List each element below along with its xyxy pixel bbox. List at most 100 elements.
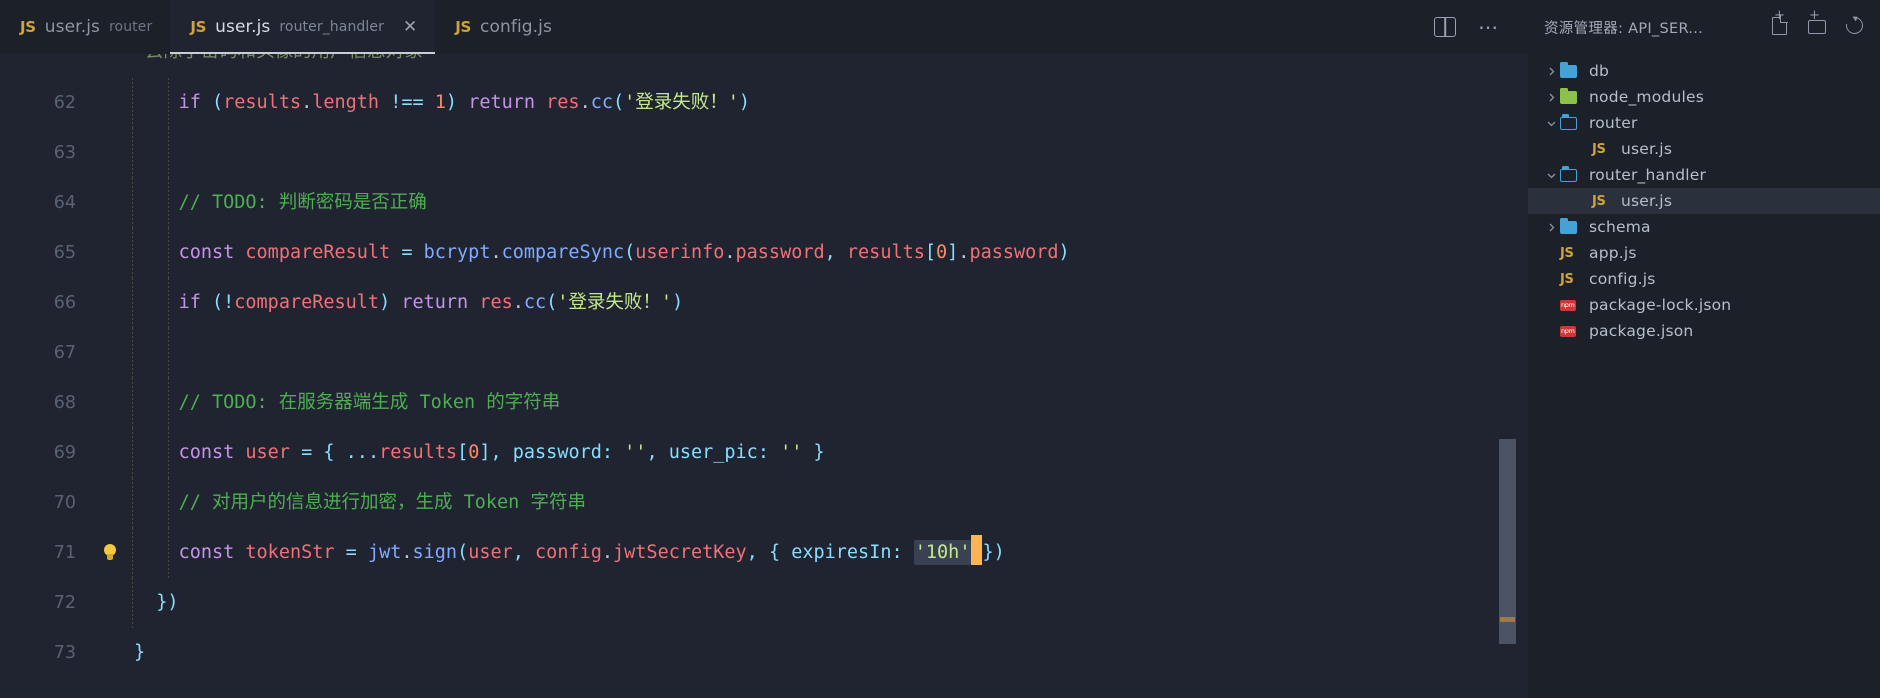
js-file-icon: JS <box>1592 193 1606 209</box>
file-tree-item[interactable]: router_handler <box>1528 162 1880 188</box>
editor-tab[interactable]: JS user.js router <box>0 0 171 54</box>
tabs-container: JS user.js router JS user.js router_handler ✕ J… <box>0 0 570 54</box>
code-text: } <box>132 628 1528 678</box>
code-token: results <box>223 92 302 113</box>
chevron-right-icon[interactable] <box>1542 92 1560 103</box>
indent-guides <box>132 328 532 378</box>
code-token: ) <box>379 292 402 313</box>
file-tree-label: app.js <box>1589 244 1637 262</box>
code-token: : <box>757 442 781 463</box>
code-token: compareResult <box>234 292 380 313</box>
code-text: const user = { ...results[0], password: … <box>132 428 1528 478</box>
line-number: 65 <box>53 243 76 263</box>
code-token: . <box>601 542 614 563</box>
editor-tab[interactable]: JS config.js <box>435 0 570 54</box>
code-token: } <box>134 642 146 663</box>
code-token: if <box>178 292 201 313</box>
code-line[interactable]: 69 const user = { ...results[0], passwor… <box>0 428 1528 478</box>
code-token: // TODO: 判断密码是否正确 <box>178 192 427 213</box>
code-token: , { <box>746 542 792 563</box>
code-line[interactable]: 64 // TODO: 判断密码是否正确 <box>0 178 1528 228</box>
folder-icon <box>1560 217 1584 234</box>
code-token: ( <box>624 242 636 263</box>
new-folder-icon[interactable] <box>1808 9 1828 37</box>
code-line-partial: '去除了密码和头像的用户信息对象' <box>0 54 1528 78</box>
lightbulb-icon[interactable] <box>88 544 132 562</box>
chevron-right-icon[interactable] <box>1542 222 1560 233</box>
code-token: 1 <box>434 92 446 113</box>
code-token: // 对用户的信息进行加密，生成 Token 字符串 <box>178 492 586 513</box>
new-file-icon[interactable] <box>1770 9 1790 37</box>
editor-tab[interactable]: JS user.js router_handler ✕ <box>170 0 436 54</box>
code-token: jwtSecretKey <box>613 542 747 563</box>
code-token: !== <box>390 92 424 113</box>
file-tree-label: package-lock.json <box>1589 296 1732 314</box>
code-line[interactable]: 62 if (results.length !== 1) return res.… <box>0 78 1528 128</box>
refresh-explorer-icon[interactable] <box>1842 13 1867 38</box>
code-line[interactable]: 67 <box>0 328 1528 378</box>
code-token: user <box>468 542 513 563</box>
js-file-icon: JS <box>1592 141 1606 157</box>
split-editor-icon[interactable] <box>1434 17 1456 37</box>
code-token: user <box>245 442 290 463</box>
file-tree-item[interactable]: package-lock.json <box>1528 292 1880 318</box>
npm-file-icon <box>1560 299 1584 311</box>
file-tree-item[interactable]: package.json <box>1528 318 1880 344</box>
code-token: ], <box>479 442 513 463</box>
folder-icon <box>1560 61 1584 78</box>
file-tree-label: db <box>1589 62 1610 80</box>
file-tree-item[interactable]: JS app.js <box>1528 240 1880 266</box>
file-tree-label: package.json <box>1589 322 1694 340</box>
code-token: // TODO: 在服务器端生成 Token 的字符串 <box>178 392 561 413</box>
code-line[interactable]: 65 const compareResult = bcrypt.compareS… <box>0 228 1528 278</box>
code-line[interactable]: 72 }) <box>0 578 1528 628</box>
file-tree-item[interactable]: node_modules <box>1528 84 1880 110</box>
code-token: . <box>401 542 413 563</box>
code-token: res <box>479 292 513 313</box>
code-line[interactable]: 70 // 对用户的信息进行加密，生成 Token 字符串 <box>0 478 1528 528</box>
tab-close-icon[interactable]: ✕ <box>403 18 417 36</box>
code-token: results <box>846 242 925 263</box>
code-token: . <box>958 242 970 263</box>
code-token: = <box>345 542 357 563</box>
file-tree-item[interactable]: JS user.js <box>1528 136 1880 162</box>
code-line[interactable]: 71 const tokenStr = jwt.sign(user, confi… <box>0 528 1528 578</box>
code-token: [ <box>457 442 469 463</box>
code-line[interactable]: 63 <box>0 128 1528 178</box>
file-tree-label: router <box>1589 114 1638 132</box>
more-actions-icon[interactable]: ⋯ <box>1478 17 1500 37</box>
tab-description: router <box>109 19 153 35</box>
code-token: const <box>178 242 235 263</box>
selected-token: '10h' <box>913 540 972 565</box>
code-region[interactable]: '去除了密码和头像的用户信息对象'62 if (results.length !… <box>0 54 1528 698</box>
file-tree-item[interactable]: JS user.js <box>1528 188 1880 214</box>
code-token: }) <box>982 542 1005 563</box>
chevron-down-icon[interactable] <box>1542 118 1560 129</box>
file-tree-item[interactable]: schema <box>1528 214 1880 240</box>
line-number: 62 <box>53 93 76 113</box>
file-tree-item[interactable]: db <box>1528 58 1880 84</box>
code-token: compareSync <box>501 242 625 263</box>
file-tree-item[interactable]: router <box>1528 110 1880 136</box>
file-tree-item[interactable]: JS config.js <box>1528 266 1880 292</box>
chevron-down-icon[interactable] <box>1542 170 1560 181</box>
code-line[interactable]: 73} <box>0 628 1528 678</box>
code-text: const tokenStr = jwt.sign(user, config.j… <box>132 528 1528 578</box>
code-token: return <box>401 292 469 313</box>
code-token: '登录失败！' <box>624 92 739 113</box>
line-number: 73 <box>53 643 76 663</box>
code-line[interactable]: 66 if (!compareResult) return res.cc('登录… <box>0 278 1528 328</box>
code-token: ( <box>546 292 558 313</box>
tab-filename: user.js <box>44 17 100 37</box>
file-tree: db node_modulesrouter JS user.js router_hand… <box>1528 54 1880 698</box>
chevron-right-icon[interactable] <box>1542 66 1560 77</box>
code-line[interactable]: 68 // TODO: 在服务器端生成 Token 的字符串 <box>0 378 1528 428</box>
line-number: 72 <box>53 593 76 613</box>
